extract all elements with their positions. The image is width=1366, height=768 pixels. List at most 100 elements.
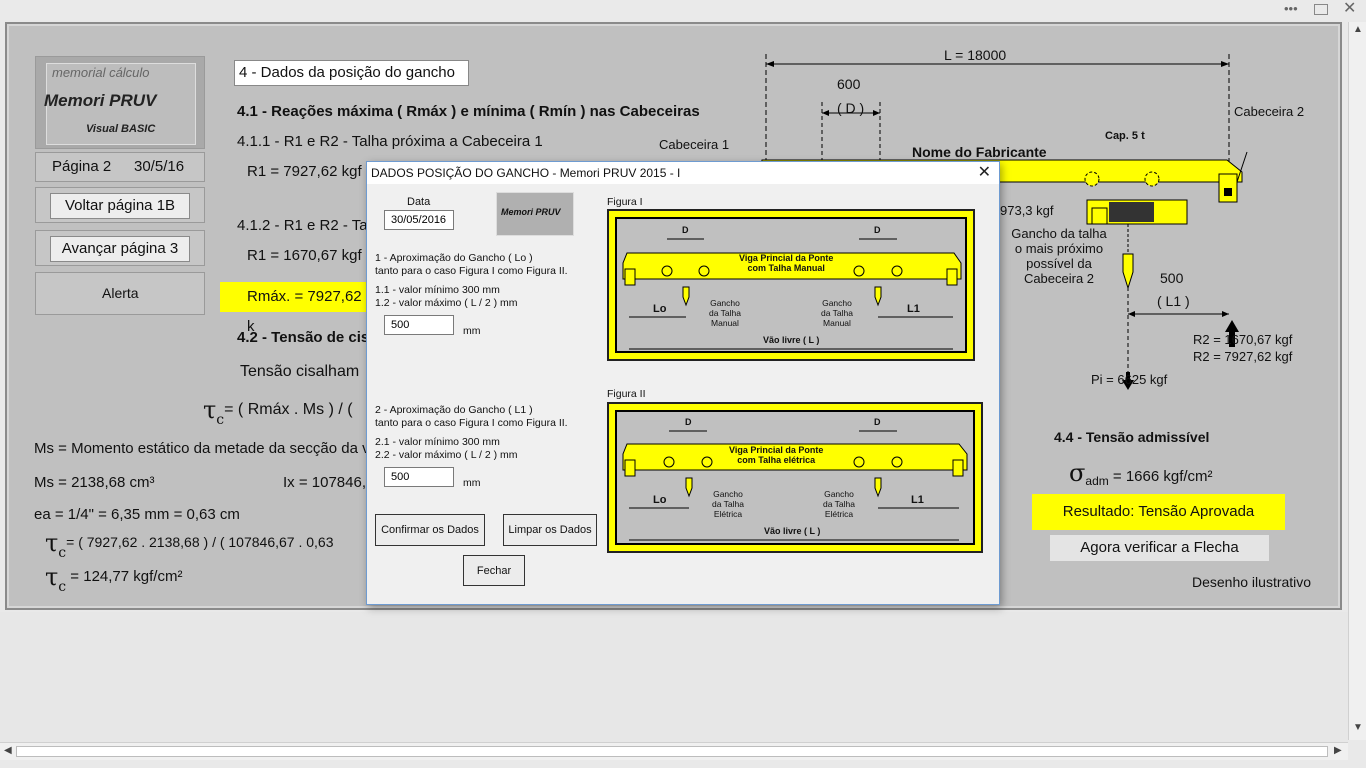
figure-2-l1: L1 — [911, 494, 924, 506]
check-deflection-button[interactable]: Agora verificar a Flecha — [1050, 535, 1269, 561]
heading-reactions: 4.1 - Reações máxima ( Rmáx ) e mínima (… — [237, 103, 700, 120]
hook-text: Gancho — [710, 298, 740, 308]
horizontal-scrollbar[interactable]: ◀ ▶ — [0, 742, 1348, 760]
r2-max-value: R2 = 7927,62 kgf — [1193, 349, 1293, 364]
page-info: Página 2 30/5/16 — [35, 152, 205, 182]
logo-brand: Memori PRUV — [44, 91, 157, 110]
ix-value: Ix = 107846,6 — [283, 474, 375, 491]
ea-value: ea = 1/4" = 6,35 mm = 0,63 cm — [34, 506, 240, 523]
tau-calc: τc= ( 7927,62 . 2138,68 ) / ( 107846,67 … — [45, 529, 334, 561]
figure-2-d-left: D — [685, 417, 692, 427]
hook-text: da Talha — [709, 308, 741, 318]
item-411: 4.1.1 - R1 e R2 - Talha próxima a Cabece… — [237, 133, 543, 150]
dialog-title: DADOS POSIÇÃO DO GANCHO - Memori PRUV 20… — [371, 166, 681, 180]
alert-label: Alerta — [102, 285, 139, 301]
hook-text: Manual — [823, 318, 851, 328]
logo-subtitle: Visual BASIC — [86, 123, 156, 135]
figure-1-lo: Lo — [653, 303, 667, 315]
result-box: Resultado: Tensão Aprovada — [1032, 494, 1285, 530]
figure-1-l1: L1 — [907, 303, 920, 315]
logo-tagline: memorial cálculo — [52, 65, 150, 80]
tau-result: τc = 124,77 kgf/cm² — [45, 563, 183, 595]
ms-value: Ms = 2138,68 cm³ — [34, 474, 155, 491]
figure-2-hook-right: Gancho da Talha Elétrica — [823, 489, 855, 519]
figure-2-d-right: D — [874, 417, 881, 427]
tau-result-value: 124,77 kgf/cm² — [83, 568, 183, 585]
dialog-logo: Memori PRUV — [496, 192, 574, 236]
d-value: 600 — [837, 76, 861, 92]
cabeceira-2-label: Cabeceira 2 — [1234, 104, 1305, 119]
l1-input[interactable] — [384, 467, 454, 487]
lo-input[interactable] — [384, 315, 454, 335]
figure-1-beam-line: com Talha Manual — [747, 263, 825, 273]
scroll-thumb[interactable] — [16, 746, 1328, 757]
close-window-icon[interactable]: ✕ — [1343, 0, 1356, 18]
hook-text: da Talha — [823, 499, 855, 509]
scroll-left-icon[interactable]: ◀ — [4, 745, 12, 756]
drawing-note: Desenho ilustrativo — [1192, 574, 1312, 590]
hook-text: Manual — [711, 318, 739, 328]
close-button[interactable]: Fechar — [463, 555, 525, 586]
back-frame: Voltar página 1B — [35, 187, 205, 223]
sec2-title: 2 - Aproximação do Gancho ( L1 ) — [375, 404, 533, 416]
heading-admissible: 4.4 - Tensão admissível — [1054, 429, 1210, 445]
scroll-right-icon[interactable]: ▶ — [1334, 745, 1342, 756]
restore-window-icon[interactable] — [1314, 4, 1328, 15]
dialog-titlebar: DADOS POSIÇÃO DO GANCHO - Memori PRUV 20… — [367, 162, 999, 184]
l1-label: ( L1 ) — [1157, 293, 1190, 309]
empty-area — [0, 612, 1348, 742]
figure-1-hook-left: Gancho da Talha Manual — [709, 298, 741, 328]
confirm-button[interactable]: Confirmar os Dados — [375, 514, 485, 546]
scroll-up-icon[interactable]: ▲ — [1353, 24, 1363, 35]
back-page-button[interactable]: Voltar página 1B — [50, 193, 190, 219]
sec1-title: 1 - Aproximação do Gancho ( Lo ) — [375, 252, 533, 264]
capacity-label: Cap. 5 t — [1105, 130, 1145, 142]
hook-text: da Talha — [712, 499, 744, 509]
r1-max-value: R1 = 7927,62 kgf — [247, 163, 362, 180]
logo: memorial cálculo Memori PRUV Visual BASI… — [35, 56, 205, 149]
hook-text: da Talha — [821, 308, 853, 318]
forward-page-button[interactable]: Avançar página 3 — [50, 236, 190, 262]
date-input[interactable] — [384, 210, 454, 230]
figure-2-beam-line: com Talha elétrica — [737, 455, 816, 465]
sec1-max: 1.2 - valor máximo ( L / 2 ) mm — [375, 297, 518, 309]
r1-min-value: R1 = 1670,67 kgf — [247, 247, 362, 264]
figure-1: Viga Princial da Ponte com Talha Manual … — [607, 209, 975, 361]
dialog-close-icon[interactable]: ✕ — [978, 162, 991, 184]
scroll-down-icon[interactable]: ▼ — [1353, 722, 1363, 733]
manufacturer-label: Nome do Fabricante — [912, 144, 1047, 160]
hook-note-line: Cabeceira 2 — [1023, 271, 1095, 286]
vertical-scrollbar[interactable]: ▲ ▼ — [1348, 22, 1366, 740]
figure-1-title: Figura I — [607, 196, 643, 208]
item-412: 4.1.2 - R1 e R2 - Ta — [237, 217, 368, 234]
sec2-subtitle: tanto para o caso Figura I como Figura I… — [375, 417, 568, 429]
hook-position-dialog: DADOS POSIÇÃO DO GANCHO - Memori PRUV 20… — [366, 161, 1000, 605]
hook-text: Gancho — [824, 489, 854, 499]
alert-button[interactable]: Alerta — [35, 272, 205, 315]
window-top-bar: ••• ✕ — [0, 0, 1366, 20]
hook-text: Elétrica — [824, 509, 854, 519]
sec2-min: 2.1 - valor mínimo 300 mm — [375, 436, 500, 448]
span-length: L = 18000 — [944, 47, 1007, 63]
pi-value: Pi = 6625 kgf — [1091, 372, 1168, 387]
hook-text: Elétrica — [713, 509, 743, 519]
cabeceira-1-label: Cabeceira 1 — [659, 137, 730, 152]
hook-text: Gancho — [822, 298, 852, 308]
lo-unit: mm — [463, 325, 481, 337]
section-title: 4 - Dados da posição do gancho — [234, 60, 469, 86]
date-label: Data — [407, 196, 431, 208]
figure-1-d-left: D — [682, 225, 689, 235]
hook-note: Gancho da talha o mais próximo possível … — [1007, 226, 1111, 286]
d-label: ( D ) — [837, 100, 865, 116]
clear-button[interactable]: Limpar os Dados — [503, 514, 597, 546]
r2-min-value: R2 = 1670,67 kgf — [1193, 332, 1293, 347]
figure-2-span: Vão livre ( L ) — [764, 526, 821, 536]
sigma-value: 1666 kgf/cm² — [1125, 468, 1213, 485]
hook-note-line: possível da — [1026, 256, 1092, 271]
partial-reaction-value: 973,3 kgf — [1000, 203, 1054, 218]
rmax-box: Rmáx. = 7927,62 k — [220, 282, 370, 335]
page-date: 30/5/16 — [134, 158, 185, 175]
more-options-icon[interactable]: ••• — [1284, 1, 1298, 16]
sec1-subtitle: tanto para o caso Figura I como Figura I… — [375, 265, 568, 277]
figure-2: Viga Princial da Ponte com Talha elétric… — [607, 402, 983, 553]
